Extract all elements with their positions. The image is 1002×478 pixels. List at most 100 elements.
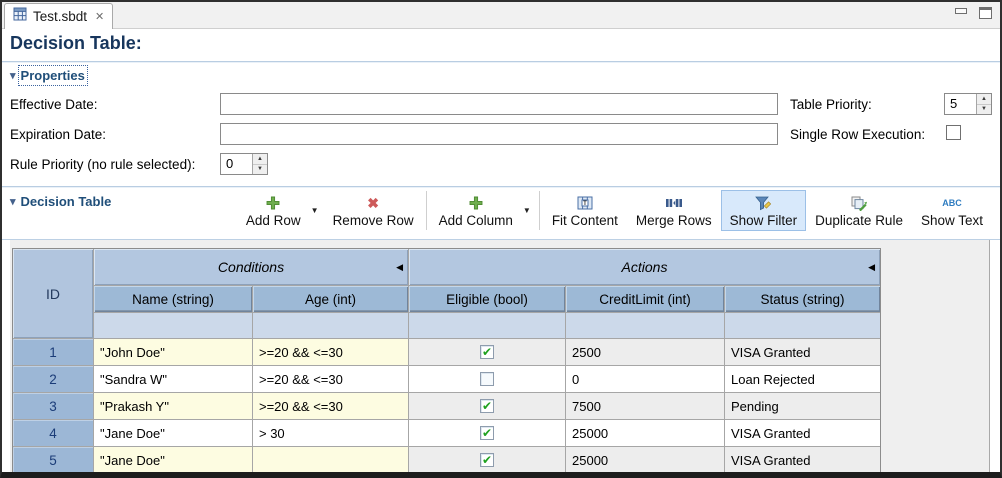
add-column-button[interactable]: Add Column [430,190,522,231]
cell-status[interactable]: Loan Rejected [725,366,880,392]
minimize-icon[interactable] [955,8,967,14]
eligible-checkbox[interactable] [480,345,494,359]
section-separator [2,61,1000,63]
show-text-button[interactable]: ABC Show Text [912,190,992,231]
show-filter-button[interactable]: Show Filter [721,190,807,231]
cell-status[interactable]: VISA Granted [725,339,880,365]
remove-row-button[interactable]: ✖ Remove Row [324,190,423,231]
row-id[interactable]: 2 [13,366,93,392]
remove-row-label: Remove Row [333,213,414,228]
twistie-icon[interactable]: ▾ [10,69,16,82]
cell-age[interactable]: >=20 && <=30 [253,339,408,365]
tab-test-sbdt[interactable]: Test.sbdt ✕ [4,3,113,29]
duplicate-rule-button[interactable]: Duplicate Rule [806,190,912,231]
view-controls [955,7,992,19]
merge-rows-button[interactable]: Merge Rows [627,190,721,231]
cell-name[interactable]: "Jane Doe" [94,420,252,446]
duplicate-rule-label: Duplicate Rule [815,213,903,228]
cell-age[interactable]: > 30 [253,420,408,446]
id-column-header[interactable]: ID [13,249,93,338]
decision-table-viewport: ID Conditions ◀ Actions ◀ Name (string) … [10,240,990,472]
single-row-execution-checkbox[interactable] [946,125,961,140]
decision-table-grid: ID Conditions ◀ Actions ◀ Name (string) … [12,248,881,472]
chevron-down-icon[interactable]: ▼ [310,206,324,215]
show-filter-label: Show Filter [730,213,798,228]
merge-rows-icon [665,194,683,212]
conditions-group-header[interactable]: Conditions ◀ [94,249,408,285]
cell-name[interactable]: "Sandra W" [94,366,252,392]
effective-date-label: Effective Date: [10,97,98,112]
cell-eligible [409,420,565,446]
table-priority-value[interactable]: 5 [945,94,976,114]
spinner-down-icon[interactable]: ▼ [253,165,267,175]
effective-date-field[interactable] [220,93,778,115]
twistie-icon[interactable]: ▾ [10,195,16,208]
cell-eligible [409,393,565,419]
rule-priority-spinner[interactable]: 0 ▲ ▼ [220,153,268,175]
cell-status[interactable]: VISA Granted [725,420,880,446]
cell-status[interactable]: Pending [725,393,880,419]
add-row-button[interactable]: Add Row [237,190,310,231]
eligible-checkbox[interactable] [480,399,494,413]
cell-age[interactable]: >=20 && <=30 [253,366,408,392]
cell-age[interactable] [253,447,408,472]
column-header-creditlimit[interactable]: CreditLimit (int) [566,286,724,312]
remove-cross-icon: ✖ [367,194,379,212]
duplicate-icon [851,194,867,212]
cell-name[interactable]: "Jane Doe" [94,447,252,472]
row-id[interactable]: 4 [13,420,93,446]
fit-content-button[interactable]: T Fit Content [543,190,627,231]
cell-creditlimit[interactable]: 25000 [566,420,724,446]
filter-cell[interactable] [94,313,252,338]
eligible-checkbox[interactable] [480,372,494,386]
filter-cell[interactable] [566,313,724,338]
toolbar-separator [539,191,540,230]
filter-cell[interactable] [725,313,880,338]
spinner-up-icon[interactable]: ▲ [977,94,991,105]
maximize-icon[interactable] [979,7,992,19]
cell-creditlimit[interactable]: 25000 [566,447,724,472]
collapse-left-icon[interactable]: ◀ [396,262,403,273]
page-title: Decision Table: [10,33,142,54]
cell-eligible [409,366,565,392]
column-header-name[interactable]: Name (string) [94,286,252,312]
column-header-eligible[interactable]: Eligible (bool) [409,286,565,312]
filter-icon [755,194,771,212]
properties-section-header[interactable]: ▾ Properties [10,68,85,83]
decision-table-toolbar: Add Row ▼ ✖ Remove Row Add Column ▼ T [237,190,992,231]
cell-name[interactable]: "John Doe" [94,339,252,365]
collapse-left-icon[interactable]: ◀ [868,262,875,273]
actions-group-header[interactable]: Actions ◀ [409,249,880,285]
column-header-status[interactable]: Status (string) [725,286,880,312]
cell-creditlimit[interactable]: 2500 [566,339,724,365]
filter-cell[interactable] [409,313,565,338]
rule-priority-value[interactable]: 0 [221,154,252,174]
cell-creditlimit[interactable]: 7500 [566,393,724,419]
row-id[interactable]: 5 [13,447,93,472]
close-icon[interactable]: ✕ [93,10,104,23]
eligible-checkbox[interactable] [480,453,494,467]
cell-status[interactable]: VISA Granted [725,447,880,472]
conditions-group-label: Conditions [218,259,284,275]
spinner-down-icon[interactable]: ▼ [977,105,991,115]
tab-bar: Test.sbdt ✕ [2,2,1000,29]
filter-cell[interactable] [253,313,408,338]
properties-section-label: Properties [21,68,85,83]
spinner-up-icon[interactable]: ▲ [253,154,267,165]
eligible-checkbox[interactable] [480,426,494,440]
cell-age[interactable]: >=20 && <=30 [253,393,408,419]
column-header-age[interactable]: Age (int) [253,286,408,312]
actions-group-label: Actions [622,259,668,275]
row-id[interactable]: 1 [13,339,93,365]
cell-name[interactable]: "Prakash Y" [94,393,252,419]
svg-text:T: T [583,201,587,207]
expiration-date-field[interactable] [220,123,778,145]
cell-eligible [409,339,565,365]
table-priority-spinner[interactable]: 5 ▲ ▼ [944,93,992,115]
chevron-down-icon[interactable]: ▼ [522,206,536,215]
cell-eligible [409,447,565,472]
table-file-icon [13,7,27,26]
cell-creditlimit[interactable]: 0 [566,366,724,392]
row-id[interactable]: 3 [13,393,93,419]
decision-table-header[interactable]: ▾ Decision Table [10,194,111,209]
